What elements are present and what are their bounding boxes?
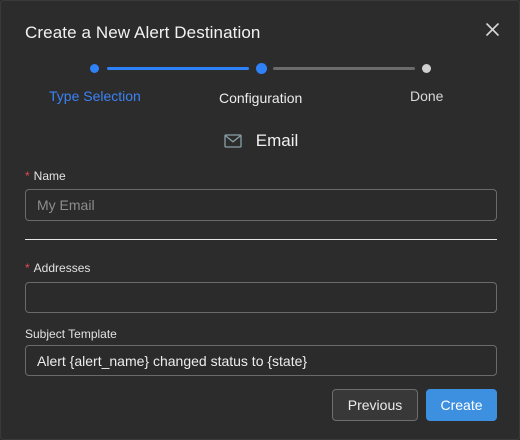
dialog-title: Create a New Alert Destination (25, 23, 261, 42)
close-button[interactable] (481, 19, 503, 41)
step-label-configuration: Configuration (219, 90, 303, 106)
step-label-type-selection[interactable]: Type Selection (49, 88, 141, 104)
step-dot-done (422, 64, 431, 73)
required-marker: * (25, 169, 30, 183)
mail-icon (224, 134, 242, 148)
create-button[interactable]: Create (426, 389, 497, 421)
name-field-label: * Name (25, 169, 66, 183)
required-marker: * (25, 261, 30, 275)
alert-destination-dialog: Create a New Alert Destination Type Sele… (0, 0, 520, 440)
subject-template-input[interactable] (25, 345, 497, 376)
name-input[interactable] (25, 189, 497, 221)
close-icon (486, 23, 499, 36)
section-divider (25, 239, 497, 240)
destination-type-label: Email (255, 131, 299, 150)
step-connector-2 (273, 67, 415, 70)
previous-button[interactable]: Previous (332, 389, 418, 421)
addresses-field-label: * Addresses (25, 261, 91, 275)
step-label-done: Done (410, 88, 444, 104)
step-dot-configuration (256, 63, 267, 74)
step-connector-1 (107, 67, 249, 70)
steps-progress: Type Selection Configuration Done (1, 59, 520, 109)
subject-template-field-label: Subject Template (25, 327, 117, 341)
destination-type-heading: Email (1, 131, 520, 151)
addresses-input[interactable] (25, 282, 497, 313)
step-dot-type-selection (90, 64, 99, 73)
